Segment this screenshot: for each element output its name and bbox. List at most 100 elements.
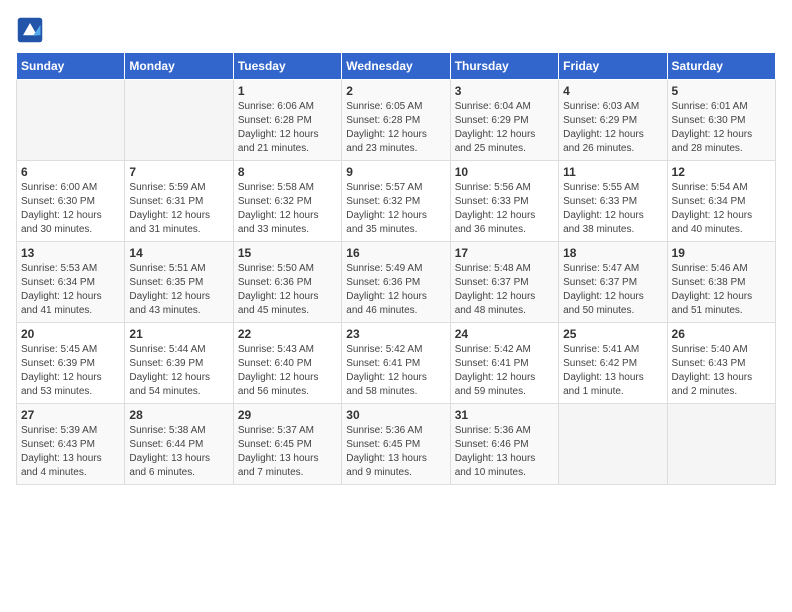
calendar-week-row: 1 Sunrise: 6:06 AM Sunset: 6:28 PM Daylig… xyxy=(17,80,776,161)
day-number: 8 xyxy=(238,165,337,179)
day-info: Sunrise: 5:58 AM Sunset: 6:32 PM Dayligh… xyxy=(238,181,337,237)
day-number: 3 xyxy=(455,84,554,98)
day-number: 11 xyxy=(563,165,662,179)
calendar-cell: 31 Sunrise: 5:36 AM Sunset: 6:46 PM Dayli… xyxy=(450,404,558,485)
day-info: Sunrise: 6:04 AM Sunset: 6:29 PM Dayligh… xyxy=(455,100,554,156)
calendar-cell: 18 Sunrise: 5:47 AM Sunset: 6:37 PM Dayli… xyxy=(559,242,667,323)
day-info: Sunrise: 5:53 AM Sunset: 6:34 PM Dayligh… xyxy=(21,262,120,318)
day-info: Sunrise: 5:38 AM Sunset: 6:44 PM Dayligh… xyxy=(129,424,228,480)
day-number: 13 xyxy=(21,246,120,260)
day-number: 26 xyxy=(672,327,771,341)
day-info: Sunrise: 5:59 AM Sunset: 6:31 PM Dayligh… xyxy=(129,181,228,237)
day-number: 10 xyxy=(455,165,554,179)
calendar-cell: 4 Sunrise: 6:03 AM Sunset: 6:29 PM Daylig… xyxy=(559,80,667,161)
day-info: Sunrise: 5:54 AM Sunset: 6:34 PM Dayligh… xyxy=(672,181,771,237)
weekday-header: Wednesday xyxy=(342,53,450,80)
calendar-cell: 11 Sunrise: 5:55 AM Sunset: 6:33 PM Dayli… xyxy=(559,161,667,242)
calendar-cell: 14 Sunrise: 5:51 AM Sunset: 6:35 PM Dayli… xyxy=(125,242,233,323)
day-number: 9 xyxy=(346,165,445,179)
day-number: 19 xyxy=(672,246,771,260)
calendar-cell: 9 Sunrise: 5:57 AM Sunset: 6:32 PM Daylig… xyxy=(342,161,450,242)
day-info: Sunrise: 6:03 AM Sunset: 6:29 PM Dayligh… xyxy=(563,100,662,156)
calendar-cell: 23 Sunrise: 5:42 AM Sunset: 6:41 PM Dayli… xyxy=(342,323,450,404)
day-number: 20 xyxy=(21,327,120,341)
day-info: Sunrise: 5:51 AM Sunset: 6:35 PM Dayligh… xyxy=(129,262,228,318)
day-number: 1 xyxy=(238,84,337,98)
weekday-header-row: SundayMondayTuesdayWednesdayThursdayFrid… xyxy=(17,53,776,80)
day-info: Sunrise: 5:43 AM Sunset: 6:40 PM Dayligh… xyxy=(238,343,337,399)
day-number: 21 xyxy=(129,327,228,341)
calendar-cell: 29 Sunrise: 5:37 AM Sunset: 6:45 PM Dayli… xyxy=(233,404,341,485)
day-info: Sunrise: 5:50 AM Sunset: 6:36 PM Dayligh… xyxy=(238,262,337,318)
calendar-cell: 2Sunrise: 6:05 AM Sunset: 6:28 PM Daylig… xyxy=(342,80,450,161)
calendar-cell: 13 Sunrise: 5:53 AM Sunset: 6:34 PM Dayli… xyxy=(17,242,125,323)
day-info: Sunrise: 6:01 AM Sunset: 6:30 PM Dayligh… xyxy=(672,100,771,156)
calendar-cell: 5 Sunrise: 6:01 AM Sunset: 6:30 PM Daylig… xyxy=(667,80,775,161)
day-number: 14 xyxy=(129,246,228,260)
weekday-header: Sunday xyxy=(17,53,125,80)
calendar-week-row: 13 Sunrise: 5:53 AM Sunset: 6:34 PM Dayli… xyxy=(17,242,776,323)
calendar-cell: 17Sunrise: 5:48 AM Sunset: 6:37 PM Dayli… xyxy=(450,242,558,323)
day-info: Sunrise: 6:06 AM Sunset: 6:28 PM Dayligh… xyxy=(238,100,337,156)
day-number: 2 xyxy=(346,84,445,98)
day-info: Sunrise: 5:55 AM Sunset: 6:33 PM Dayligh… xyxy=(563,181,662,237)
calendar-cell: 7 Sunrise: 5:59 AM Sunset: 6:31 PM Daylig… xyxy=(125,161,233,242)
day-info: Sunrise: 5:56 AM Sunset: 6:33 PM Dayligh… xyxy=(455,181,554,237)
day-number: 30 xyxy=(346,408,445,422)
day-number: 31 xyxy=(455,408,554,422)
day-number: 28 xyxy=(129,408,228,422)
day-number: 18 xyxy=(563,246,662,260)
calendar-cell: 1 Sunrise: 6:06 AM Sunset: 6:28 PM Daylig… xyxy=(233,80,341,161)
calendar-cell: 3 Sunrise: 6:04 AM Sunset: 6:29 PM Daylig… xyxy=(450,80,558,161)
calendar-week-row: 20 Sunrise: 5:45 AM Sunset: 6:39 PM Dayli… xyxy=(17,323,776,404)
calendar-cell xyxy=(17,80,125,161)
calendar-week-row: 6Sunrise: 6:00 AM Sunset: 6:30 PM Daylig… xyxy=(17,161,776,242)
day-info: Sunrise: 5:37 AM Sunset: 6:45 PM Dayligh… xyxy=(238,424,337,480)
weekday-header: Thursday xyxy=(450,53,558,80)
day-number: 27 xyxy=(21,408,120,422)
calendar-cell: 24 Sunrise: 5:42 AM Sunset: 6:41 PM Dayli… xyxy=(450,323,558,404)
day-info: Sunrise: 5:42 AM Sunset: 6:41 PM Dayligh… xyxy=(346,343,445,399)
day-number: 29 xyxy=(238,408,337,422)
day-number: 7 xyxy=(129,165,228,179)
calendar-cell: 25 Sunrise: 5:41 AM Sunset: 6:42 PM Dayli… xyxy=(559,323,667,404)
day-number: 5 xyxy=(672,84,771,98)
weekday-header: Friday xyxy=(559,53,667,80)
day-info: Sunrise: 5:39 AM Sunset: 6:43 PM Dayligh… xyxy=(21,424,120,480)
calendar-cell: 28 Sunrise: 5:38 AM Sunset: 6:44 PM Dayli… xyxy=(125,404,233,485)
calendar-cell xyxy=(559,404,667,485)
weekday-header: Monday xyxy=(125,53,233,80)
weekday-header: Tuesday xyxy=(233,53,341,80)
calendar-cell: 16Sunrise: 5:49 AM Sunset: 6:36 PM Dayli… xyxy=(342,242,450,323)
day-number: 23 xyxy=(346,327,445,341)
calendar-cell: 12 Sunrise: 5:54 AM Sunset: 6:34 PM Dayli… xyxy=(667,161,775,242)
day-info: Sunrise: 5:46 AM Sunset: 6:38 PM Dayligh… xyxy=(672,262,771,318)
calendar-table: SundayMondayTuesdayWednesdayThursdayFrid… xyxy=(16,52,776,485)
calendar-cell: 21 Sunrise: 5:44 AM Sunset: 6:39 PM Dayli… xyxy=(125,323,233,404)
day-number: 15 xyxy=(238,246,337,260)
day-info: Sunrise: 5:42 AM Sunset: 6:41 PM Dayligh… xyxy=(455,343,554,399)
day-number: 4 xyxy=(563,84,662,98)
calendar-cell: 6Sunrise: 6:00 AM Sunset: 6:30 PM Daylig… xyxy=(17,161,125,242)
calendar-cell xyxy=(667,404,775,485)
page-header xyxy=(16,16,776,44)
day-info: Sunrise: 5:47 AM Sunset: 6:37 PM Dayligh… xyxy=(563,262,662,318)
logo-icon xyxy=(16,16,44,44)
day-number: 6 xyxy=(21,165,120,179)
calendar-cell: 30Sunrise: 5:36 AM Sunset: 6:45 PM Dayli… xyxy=(342,404,450,485)
day-number: 12 xyxy=(672,165,771,179)
calendar-cell: 10 Sunrise: 5:56 AM Sunset: 6:33 PM Dayli… xyxy=(450,161,558,242)
calendar-cell: 15 Sunrise: 5:50 AM Sunset: 6:36 PM Dayli… xyxy=(233,242,341,323)
day-info: Sunrise: 5:44 AM Sunset: 6:39 PM Dayligh… xyxy=(129,343,228,399)
calendar-cell: 27 Sunrise: 5:39 AM Sunset: 6:43 PM Dayli… xyxy=(17,404,125,485)
day-info: Sunrise: 5:45 AM Sunset: 6:39 PM Dayligh… xyxy=(21,343,120,399)
day-info: Sunrise: 5:57 AM Sunset: 6:32 PM Dayligh… xyxy=(346,181,445,237)
day-number: 25 xyxy=(563,327,662,341)
day-number: 16 xyxy=(346,246,445,260)
day-info: Sunrise: 5:41 AM Sunset: 6:42 PM Dayligh… xyxy=(563,343,662,399)
day-number: 22 xyxy=(238,327,337,341)
calendar-cell xyxy=(125,80,233,161)
day-info: Sunrise: 5:36 AM Sunset: 6:46 PM Dayligh… xyxy=(455,424,554,480)
day-number: 24 xyxy=(455,327,554,341)
day-number: 17 xyxy=(455,246,554,260)
